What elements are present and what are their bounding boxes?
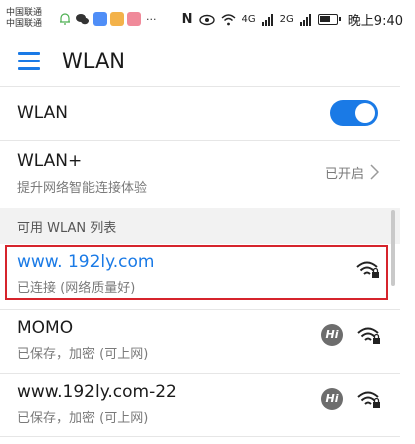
network-row[interactable]: MOMO 已保存，加密 (可上网) Hi (0, 310, 400, 376)
status-bar: 中国联通 中国联通 ··· N 4G 2G 晚上9:40 (0, 0, 415, 40)
notification-icons: ··· (58, 12, 157, 26)
available-networks-header: 可用 WLAN 列表 (0, 208, 400, 244)
network-type-4g: 4G (241, 14, 256, 25)
calendar-app-icon (93, 12, 107, 26)
network-status: 已保存，加密 (可上网) (17, 347, 149, 362)
bell-outline-icon (60, 13, 70, 25)
carrier-2: 中国联通 (6, 19, 43, 29)
wlan-plus-description: 提升网络智能连接体验 (17, 181, 148, 196)
page-title: WLAN (62, 49, 126, 73)
title-bar: WLAN (0, 40, 415, 84)
hi-link-icon: Hi (321, 388, 343, 410)
wlan-plus-label: WLAN+ (17, 151, 83, 171)
wlan-plus-status: 已开启 (324, 167, 364, 182)
scrollbar[interactable] (391, 210, 395, 286)
clock: 晚上9:40 (347, 14, 403, 29)
wifi-status-icon (221, 13, 236, 25)
menu-icon[interactable] (18, 52, 40, 70)
network-ssid: www.192ly.com-22 (17, 382, 177, 402)
signal-bars-icon-2 (299, 13, 311, 26)
carrier-labels: 中国联通 中国联通 (6, 8, 42, 30)
gallery-app-icon (127, 12, 141, 26)
toggle-knob (355, 103, 375, 123)
wifi-locked-icon (357, 391, 380, 408)
wlan-toggle-switch[interactable] (330, 100, 378, 126)
chevron-right-icon (370, 164, 379, 180)
more-notifications: ··· (146, 12, 157, 26)
system-icons: N 4G 2G 晚上9:40 (182, 10, 403, 29)
row-divider (0, 436, 400, 437)
network-status: 已保存，加密 (可上网) (17, 411, 149, 426)
hi-link-icon: Hi (321, 324, 343, 346)
row-divider (0, 140, 400, 141)
selection-highlight-box (5, 245, 388, 300)
network-ssid: MOMO (17, 318, 74, 338)
battery-icon (317, 14, 341, 25)
network-type-2g: 2G (279, 14, 294, 25)
signal-bars-icon (261, 13, 273, 26)
header-divider (0, 86, 400, 87)
network-row[interactable]: www.192ly.com-22 已保存，加密 (可上网) Hi (0, 374, 400, 440)
carrier-1: 中国联通 (6, 8, 43, 18)
folder-app-icon (110, 12, 124, 26)
wifi-locked-icon (357, 327, 380, 344)
nfc-icon: N (181, 12, 193, 27)
eye-icon (198, 14, 215, 25)
wlan-toggle-label: WLAN (17, 103, 69, 123)
wechat-icon (76, 14, 89, 25)
section-title: 可用 WLAN 列表 (17, 221, 117, 236)
